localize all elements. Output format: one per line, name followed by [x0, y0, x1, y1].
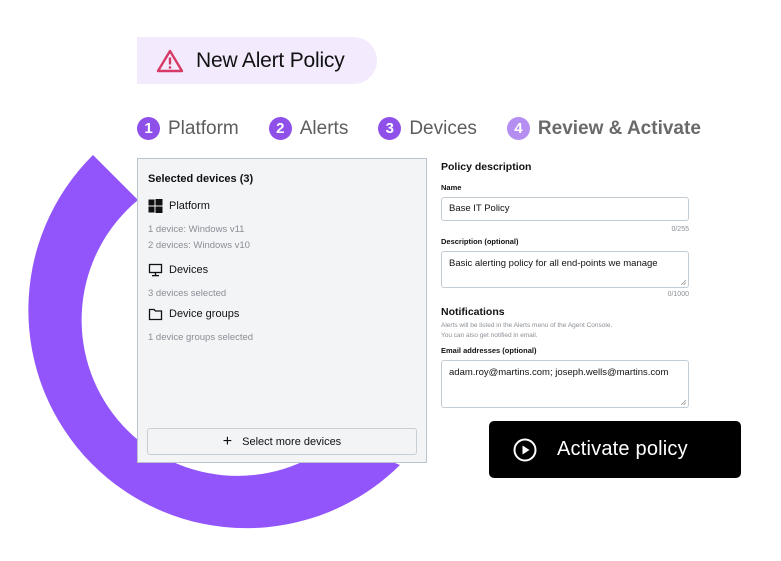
- name-value: Base IT Policy: [449, 203, 510, 214]
- step-alerts[interactable]: 2 Alerts: [268, 117, 349, 140]
- step-review-activate[interactable]: 4 Review & Activate: [506, 117, 701, 140]
- device-groups-label: Device groups: [169, 308, 240, 320]
- policy-description-heading: Policy description: [441, 161, 532, 173]
- windows-icon: [148, 199, 163, 213]
- resize-handle-icon[interactable]: [681, 400, 686, 405]
- activate-label: Activate policy: [557, 438, 688, 460]
- plus-icon: +: [222, 432, 233, 450]
- platform-label: Platform: [169, 200, 210, 212]
- resize-handle-icon[interactable]: [681, 280, 686, 285]
- platform-detail: 2 devices: Windows v10: [148, 240, 250, 251]
- title-pill: New Alert Policy: [137, 37, 377, 84]
- description-textarea[interactable]: Basic alerting policy for all end-points…: [441, 251, 689, 288]
- step-label: Alerts: [299, 117, 349, 139]
- play-circle-icon: [513, 438, 537, 461]
- devices-label: Devices: [169, 264, 209, 276]
- step-label: Devices: [409, 117, 477, 139]
- select-more-devices-button[interactable]: + Select more devices: [147, 428, 417, 455]
- folder-icon: [148, 308, 163, 321]
- description-counter: 0/1000: [667, 291, 689, 298]
- step-label: Review & Activate: [537, 117, 701, 139]
- step-label: Platform: [168, 117, 239, 139]
- name-input[interactable]: Base IT Policy: [441, 197, 689, 221]
- notifications-help: Alerts will be listed in the Alerts menu…: [441, 321, 689, 341]
- step-number: 2: [268, 117, 292, 140]
- devices-section: Devices 3 devices selected: [148, 263, 226, 302]
- step-number: 4: [506, 117, 530, 140]
- stepper: 1 Platform 2 Alerts 3 Devices 4 Review &…: [137, 117, 731, 140]
- name-counter: 0/255: [671, 226, 689, 233]
- monitor-icon: [148, 263, 163, 277]
- platform-section: Platform 1 device: Windows v11 2 devices…: [148, 199, 250, 254]
- notifications-heading: Notifications: [441, 306, 505, 318]
- platform-detail: 1 device: Windows v11: [148, 224, 245, 235]
- devices-detail: 3 devices selected: [148, 288, 227, 299]
- policy-form: Policy description Name Base IT Policy 0…: [441, 158, 689, 408]
- step-number: 1: [137, 117, 160, 140]
- device-groups-section: Device groups 1 device groups selected: [148, 307, 253, 346]
- step-platform[interactable]: 1 Platform: [137, 117, 239, 140]
- card-title: Selected devices (3): [148, 173, 254, 185]
- step-number: 3: [378, 117, 402, 140]
- activate-policy-button[interactable]: Activate policy: [489, 421, 741, 478]
- description-label: Description (optional): [441, 237, 519, 246]
- selected-devices-card: Selected devices (3) Platform 1 device: …: [137, 158, 427, 463]
- description-value: Basic alerting policy for all end-points…: [449, 258, 658, 269]
- page-title: New Alert Policy: [196, 48, 345, 72]
- email-label: Email addresses (optional): [441, 346, 537, 355]
- select-more-label: Select more devices: [242, 435, 342, 448]
- device-groups-detail: 1 device groups selected: [148, 332, 254, 343]
- email-value: adam.roy@martins.com; joseph.wells@marti…: [449, 367, 669, 378]
- help-line: Alerts will be listed in the Alerts menu…: [441, 322, 613, 329]
- email-textarea[interactable]: adam.roy@martins.com; joseph.wells@marti…: [441, 360, 689, 408]
- help-line: You can also get notified in email.: [441, 332, 538, 339]
- warning-triangle-icon: [156, 49, 184, 72]
- name-label: Name: [441, 183, 462, 192]
- step-devices[interactable]: 3 Devices: [378, 117, 477, 140]
